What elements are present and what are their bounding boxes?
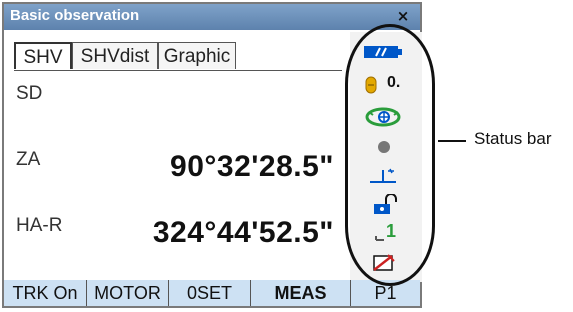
status-bar-callout: Status bar xyxy=(474,129,552,148)
tab-underline xyxy=(14,70,342,71)
softkey-bar: TRK On MOTOR 0SET MEAS P1 xyxy=(4,280,420,306)
har-value: 324°44'52.5" xyxy=(152,216,334,249)
meas-button[interactable]: MEAS xyxy=(250,280,350,306)
trk-on-button[interactable]: TRK On xyxy=(4,280,86,306)
motor-button[interactable]: MOTOR xyxy=(86,280,168,306)
title-bar: Basic observation × xyxy=(4,4,420,30)
window-title: Basic observation xyxy=(10,7,140,24)
zero-set-button[interactable]: 0SET xyxy=(168,280,250,306)
za-value: 90°32'28.5" xyxy=(170,150,334,183)
tab-shvdist[interactable]: SHVdist xyxy=(72,42,158,69)
har-label: HA-R xyxy=(16,215,63,236)
tab-graphic[interactable]: Graphic xyxy=(158,42,236,69)
sd-label: SD xyxy=(16,83,43,104)
tab-shv[interactable]: SHV xyxy=(14,42,72,69)
callout-line xyxy=(438,140,466,142)
close-icon[interactable]: × xyxy=(396,9,410,24)
za-label: ZA xyxy=(16,149,41,170)
status-bar-highlight-oval xyxy=(345,24,435,286)
